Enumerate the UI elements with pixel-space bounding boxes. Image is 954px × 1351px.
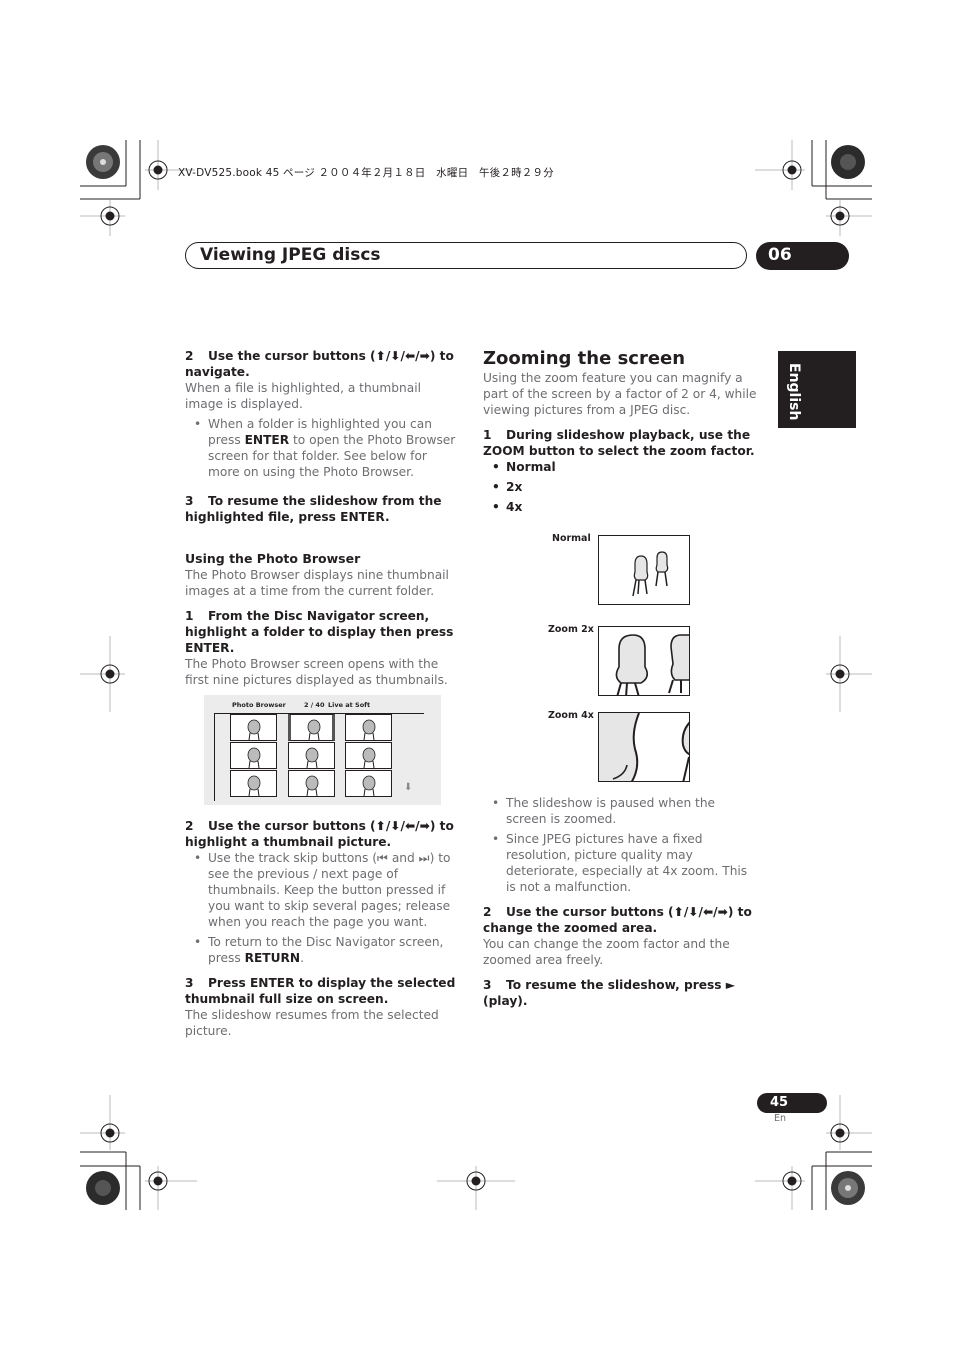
thumbnail-round-chair[interactable] xyxy=(288,770,335,797)
chair-icon xyxy=(305,747,319,769)
thumbnail-padded-chair[interactable] xyxy=(230,714,277,741)
chapter-number-badge: 06 xyxy=(756,242,849,270)
language-label: English xyxy=(786,363,802,421)
step-heading: 3 To resume the slideshow, press ► (play)… xyxy=(483,978,736,1008)
section-intro: Using the zoom feature you can magnify a… xyxy=(483,371,757,417)
zoom-figure-label: Normal xyxy=(552,533,591,544)
thumbnail-armchair[interactable] xyxy=(288,742,335,769)
photo-browser-folder: Live at Soft xyxy=(328,701,371,709)
scroll-down-arrow-icon: ⬇ xyxy=(404,782,413,793)
step-heading: 1 During slideshow playback, use the ZOOM… xyxy=(483,428,755,458)
step-body: The slideshow resumes from the selected … xyxy=(185,1008,439,1038)
chairs-illustration-icon xyxy=(615,634,689,695)
left-column: 2 Use the cursor buttons (⬆/⬇/⬅/➡) to nav… xyxy=(185,348,461,688)
step-heading: 3 To resume the slideshow from the highli… xyxy=(185,494,442,524)
step-heading: 2 Use the cursor buttons (⬆/⬇/⬅/➡) to nav… xyxy=(185,349,454,379)
chair-icon xyxy=(362,747,376,769)
note-item: The slideshow is paused when the screen … xyxy=(492,795,759,827)
chair-icon xyxy=(247,719,261,741)
left-column-lower: 2 Use the cursor buttons (⬆/⬇/⬅/➡) to hig… xyxy=(185,818,461,1039)
step-heading: 2 Use the cursor buttons (⬆/⬇/⬅/➡) to cha… xyxy=(483,905,752,935)
bullet-item: Use the track skip buttons (⏮ and ⏭) to … xyxy=(194,850,461,930)
bullet-list: When a folder is highlighted you can pre… xyxy=(185,416,461,480)
step-body: You can change the zoom factor and the z… xyxy=(483,937,730,967)
section-heading: Zooming the screen xyxy=(483,348,686,369)
step-body: The Photo Browser screen opens with the … xyxy=(185,657,448,687)
bullet-list: Use the track skip buttons (⏮ and ⏭) to … xyxy=(185,850,461,966)
photo-browser-page: 2 / 40 xyxy=(304,701,325,709)
thumbnail-sculpted-chair[interactable] xyxy=(345,770,392,797)
chair-icon xyxy=(247,747,261,769)
zoom-figure-label: Zoom 2x xyxy=(548,624,594,635)
zoom-figure-normal xyxy=(598,535,690,605)
chapter-number: 06 xyxy=(768,245,792,265)
chairs-illustration-icon xyxy=(599,713,689,781)
chair-icon xyxy=(247,775,261,797)
step-heading: 3 Press ENTER to display the selected thu… xyxy=(185,976,456,1006)
section-subheading: Using the Photo Browser xyxy=(185,551,361,566)
photo-browser-figure: Photo Browser 2 / 40 Live at Soft ⬇ xyxy=(204,695,441,805)
note-item: Since JPEG pictures have a fixed resolut… xyxy=(492,831,759,895)
zoom-figure-4x xyxy=(598,712,690,782)
crop-marks xyxy=(80,140,872,1210)
thumbnail-low-table[interactable] xyxy=(230,742,277,769)
page-number: 45 xyxy=(770,1095,789,1110)
step-heading: 1 From the Disc Navigator screen, highlig… xyxy=(185,609,454,655)
bullet-item: When a folder is highlighted you can pre… xyxy=(194,416,461,480)
step-body: When a file is highlighted, a thumbnail … xyxy=(185,381,421,411)
bullet-item: To return to the Disc Navigator screen, … xyxy=(194,934,461,966)
section-intro: The Photo Browser displays nine thumbnai… xyxy=(185,568,449,598)
right-column: Zooming the screen Using the zoom featur… xyxy=(483,348,759,519)
chairs-illustration-icon xyxy=(632,551,669,597)
chapter-title-bar: Viewing JPEG discs xyxy=(185,242,747,269)
thumbnail-tall-back-chair[interactable] xyxy=(345,714,392,741)
photo-browser-title: Photo Browser xyxy=(232,701,286,709)
zoom-figure-2x xyxy=(598,626,690,696)
step-heading: 2 Use the cursor buttons (⬆/⬇/⬅/➡) to hig… xyxy=(185,819,454,849)
divider xyxy=(214,713,215,801)
chair-icon xyxy=(362,719,376,741)
print-header: XV-DV525.book 45 ページ ２００４年２月１８日 水曜日 午後２時… xyxy=(178,167,554,179)
zoom-figure-label: Zoom 4x xyxy=(548,710,594,721)
chapter-title: Viewing JPEG discs xyxy=(200,245,381,265)
page-number-badge: 45 xyxy=(757,1093,827,1113)
thumbnail-white-chair[interactable] xyxy=(288,714,335,741)
zoom-option: 4x xyxy=(492,499,759,515)
zoom-options-list: Normal 2x 4x xyxy=(483,459,759,515)
page-language-code: En xyxy=(774,1113,787,1124)
language-tab: English xyxy=(778,351,856,428)
zoom-option: 2x xyxy=(492,479,759,495)
thumbnail-bench[interactable] xyxy=(230,770,277,797)
right-column-lower: The slideshow is paused when the screen … xyxy=(483,795,759,1009)
chair-icon xyxy=(307,719,321,741)
chair-icon xyxy=(305,775,319,797)
notes-list: The slideshow is paused when the screen … xyxy=(483,795,759,895)
chair-icon xyxy=(362,775,376,797)
thumbnail-drop-chair[interactable] xyxy=(345,742,392,769)
zoom-option: Normal xyxy=(492,459,759,475)
